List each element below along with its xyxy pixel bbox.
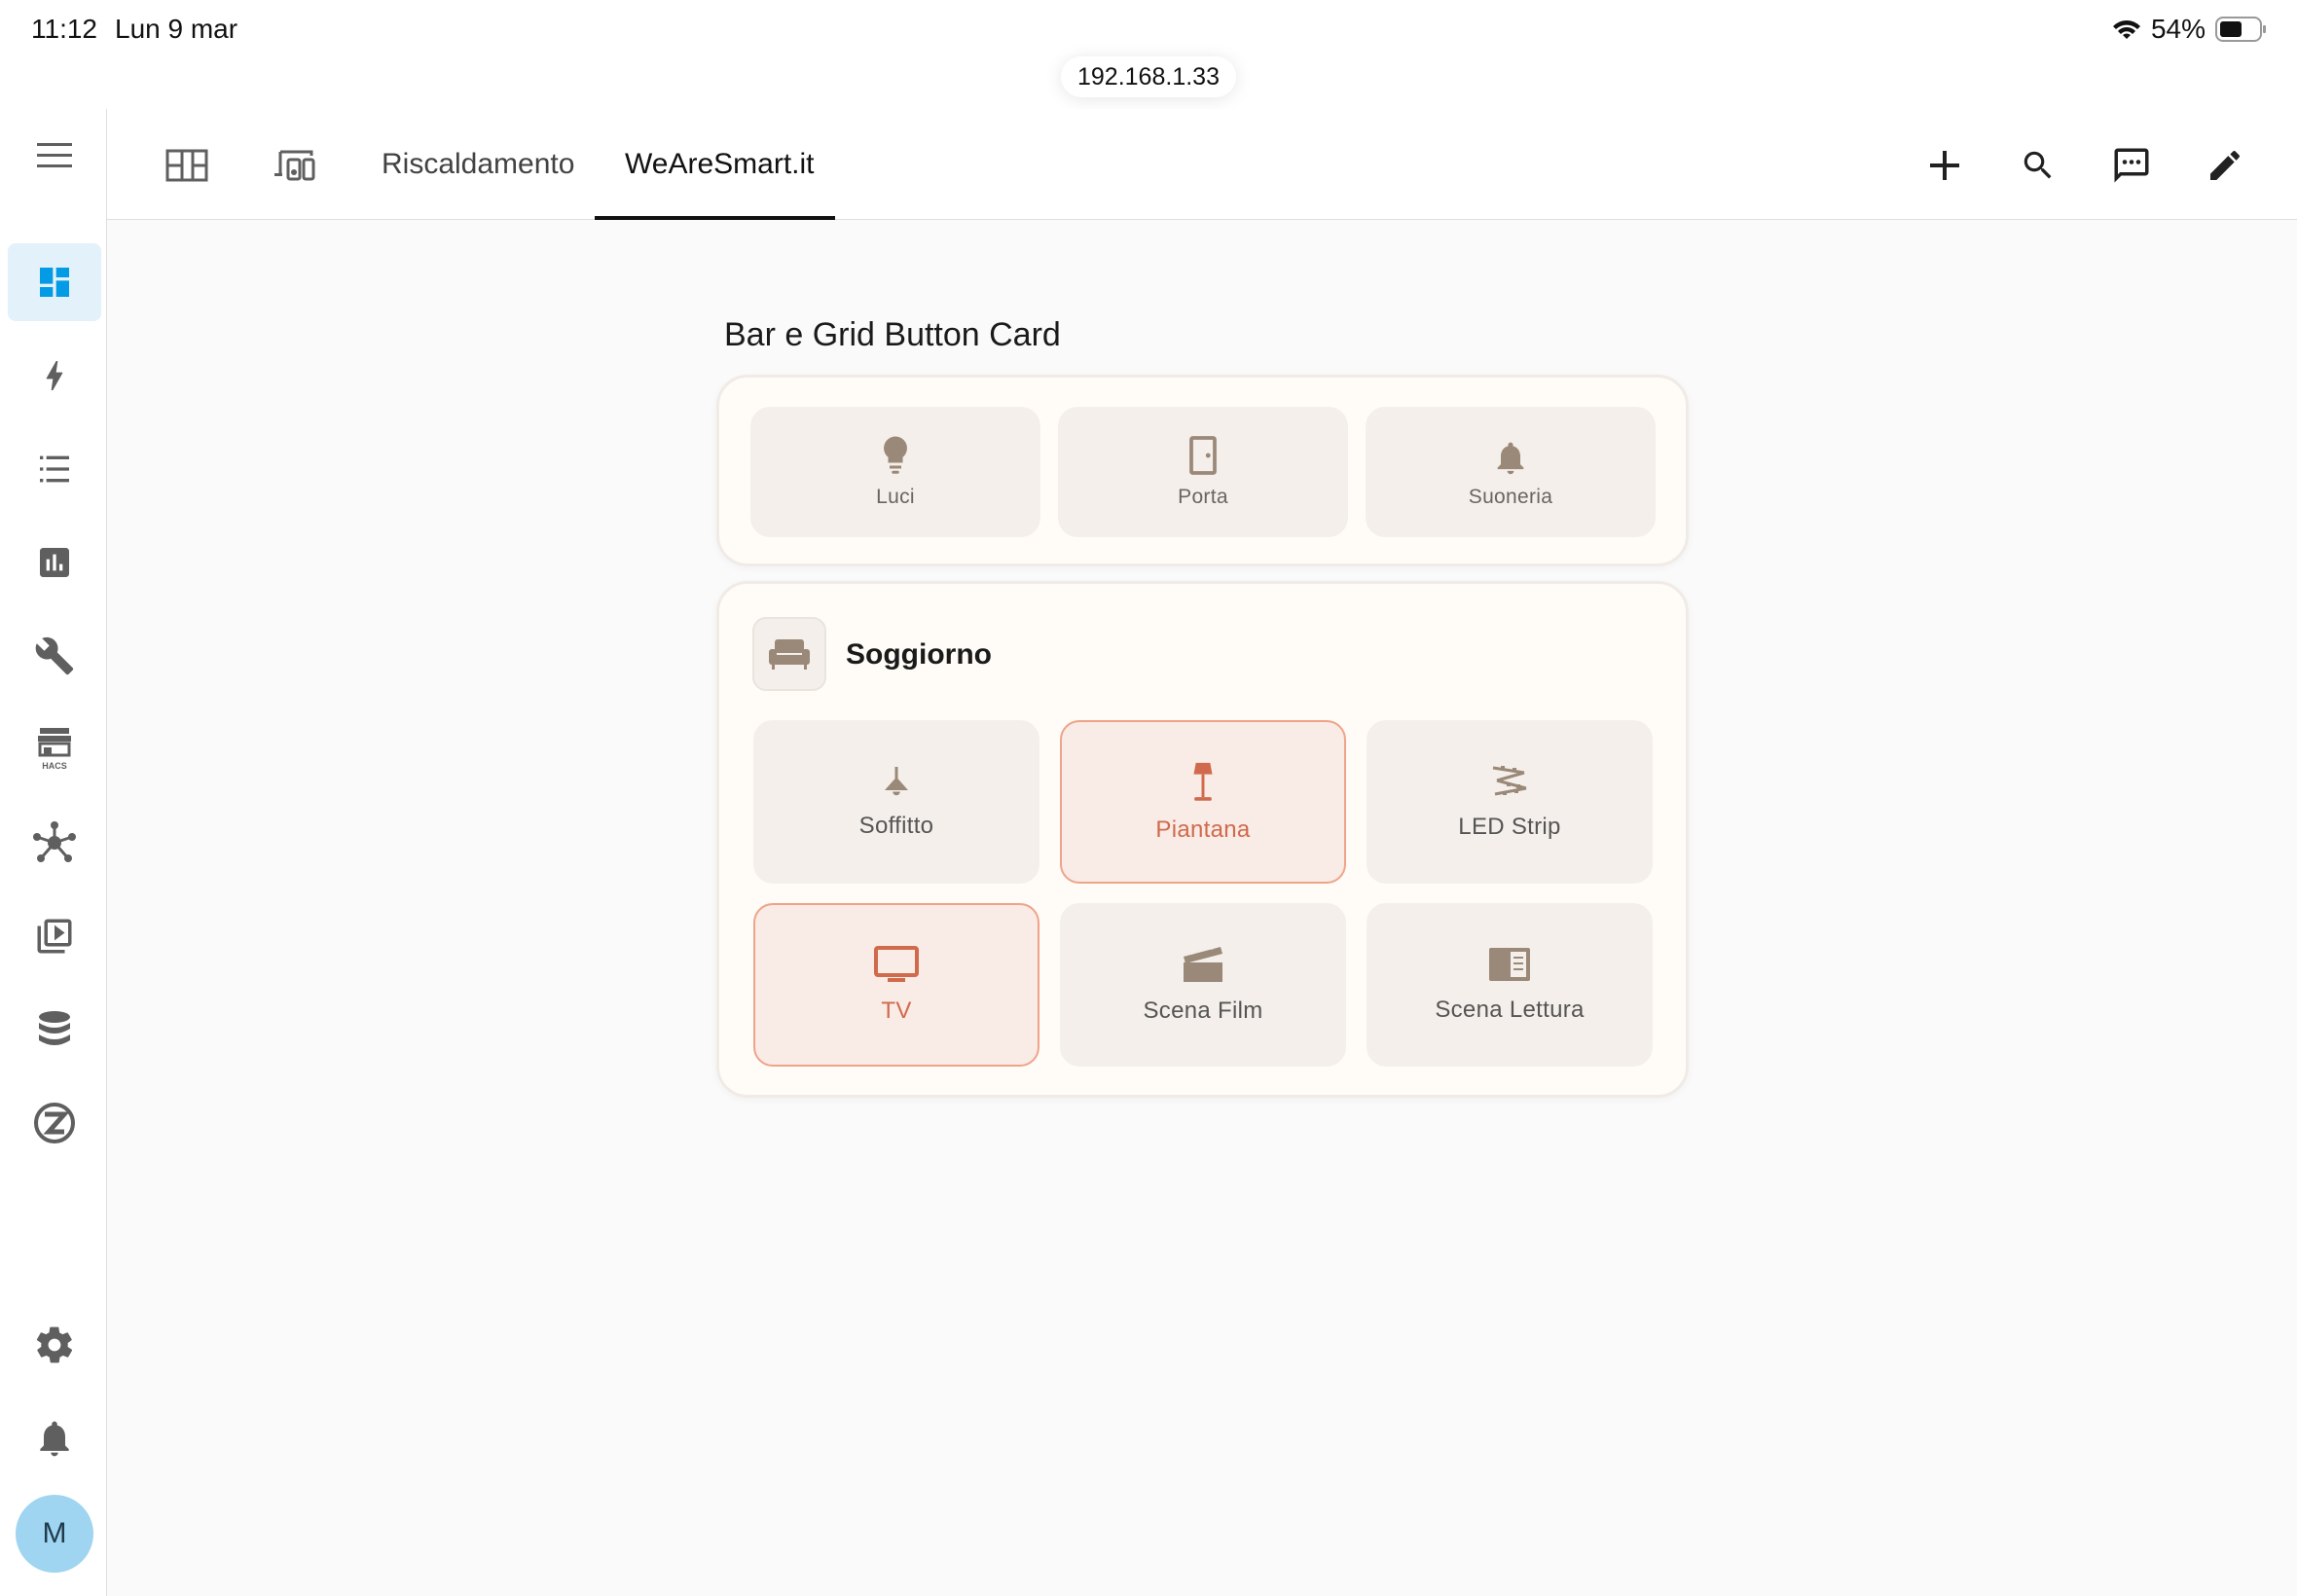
history-icon[interactable] (8, 524, 101, 601)
piantana-button[interactable]: Piantana (1060, 720, 1346, 884)
edit-icon[interactable] (2198, 138, 2252, 193)
suoneria-label: Suoneria (1468, 486, 1553, 508)
settings-icon[interactable] (8, 1306, 101, 1384)
tab-wearesmart[interactable]: WeAreSmart.it (625, 148, 815, 181)
zigbee-network-icon[interactable] (8, 804, 101, 882)
devices-icon[interactable] (268, 138, 322, 193)
suoneria-button[interactable]: Suoneria (1366, 407, 1656, 537)
media-icon[interactable] (8, 897, 101, 975)
bell-icon (1491, 435, 1530, 476)
tab-riscaldamento[interactable]: Riscaldamento (382, 148, 574, 181)
add-icon[interactable] (1917, 138, 1972, 193)
assist-icon[interactable] (2104, 138, 2159, 193)
book-icon (1487, 946, 1532, 983)
section-title: Bar e Grid Button Card (724, 316, 1061, 353)
scena-lettura-button[interactable]: Scena Lettura (1367, 903, 1653, 1067)
svg-text:HACS: HACS (42, 761, 67, 771)
porta-button[interactable]: Porta (1058, 407, 1348, 537)
search-icon[interactable] (2011, 138, 2065, 193)
bar-card: Luci Porta Suoneria (716, 375, 1689, 566)
status-indicators: 54% (2112, 14, 2268, 45)
led-strip-label: LED Strip (1458, 814, 1561, 840)
dashboard-icon[interactable] (8, 243, 101, 321)
piantana-label: Piantana (1155, 816, 1251, 843)
tv-icon (874, 945, 919, 984)
z-wave-icon[interactable] (8, 1084, 101, 1162)
developer-tools-icon[interactable] (8, 617, 101, 695)
battery-percent: 54% (2150, 14, 2206, 44)
top-toolbar: Riscaldamento WeAreSmart.it (107, 109, 2297, 220)
notifications-icon[interactable] (8, 1399, 101, 1477)
energy-icon[interactable] (8, 337, 101, 415)
luci-button[interactable]: Luci (750, 407, 1040, 537)
database-icon[interactable] (8, 991, 101, 1069)
status-bar: 11:12 Lun 9 mar 54% 192.168.1.33 (0, 0, 2297, 109)
luci-label: Luci (876, 486, 915, 508)
door-icon (1188, 435, 1218, 476)
status-date: Lun 9 mar (115, 14, 238, 44)
ceiling-light-icon (879, 764, 914, 799)
user-avatar[interactable]: M (16, 1495, 93, 1573)
tv-button[interactable]: TV (753, 903, 1039, 1067)
status-time: 11:12 (31, 14, 97, 44)
sidebar: HACS M (0, 109, 107, 1596)
battery-icon (2215, 17, 2268, 42)
room-title: Soggiorno (846, 638, 992, 671)
porta-label: Porta (1178, 486, 1228, 508)
scena-film-button[interactable]: Scena Film (1060, 903, 1346, 1067)
scena-lettura-label: Scena Lettura (1435, 997, 1585, 1023)
room-card: Soggiorno Soffitto Piantana LED Strip TV… (716, 581, 1689, 1098)
active-tab-indicator (595, 216, 835, 220)
soffitto-label: Soffitto (858, 813, 934, 839)
led-strip-icon (1489, 763, 1530, 800)
sofa-icon[interactable] (752, 617, 826, 691)
logbook-icon[interactable] (8, 430, 101, 508)
led-strip-button[interactable]: LED Strip (1367, 720, 1653, 884)
lightbulb-icon (878, 435, 913, 476)
floor-lamp-icon (1188, 760, 1218, 803)
url-pill[interactable]: 192.168.1.33 (1061, 56, 1236, 97)
movie-icon (1182, 945, 1224, 984)
scena-film-label: Scena Film (1143, 998, 1263, 1024)
dashboard-grid-icon[interactable] (160, 138, 214, 193)
soffitto-button[interactable]: Soffitto (753, 720, 1039, 884)
menu-icon[interactable] (8, 117, 101, 195)
tv-label: TV (881, 998, 912, 1024)
hacs-icon[interactable]: HACS (8, 710, 101, 788)
wifi-icon (2112, 18, 2141, 41)
